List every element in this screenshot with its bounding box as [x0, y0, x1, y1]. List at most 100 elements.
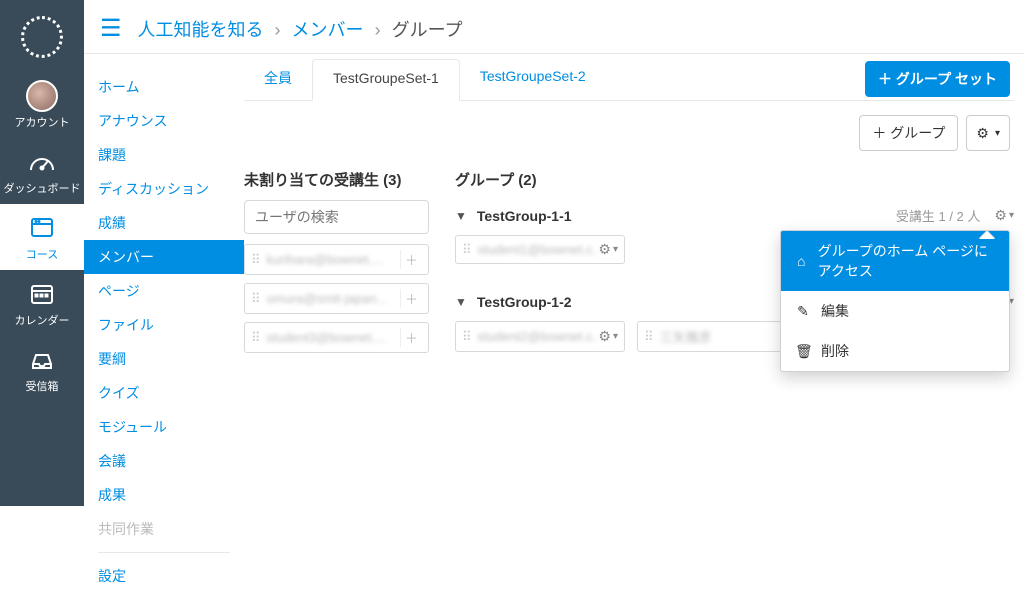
user-email: student3@bownet.... — [267, 330, 400, 345]
groupset-settings-button[interactable]: ⚙ ▾ — [966, 115, 1010, 151]
unassigned-user[interactable]: ⠿ kurihara@bownet.... ＋ — [244, 244, 429, 275]
drag-handle-icon[interactable]: ⠿ — [251, 252, 261, 268]
course-nav-announcements[interactable]: アナウンス — [84, 104, 244, 138]
book-icon — [29, 216, 55, 240]
add-group-button[interactable]: ＋ グループ — [859, 115, 958, 151]
unassigned-column: 未割り当ての受講生 (3) ⠿ kurihara@bownet.... ＋ ⠿ … — [244, 169, 429, 374]
course-nav: ホーム アナウンス 課題 ディスカッション 成績 メンバー ページ ファイル 要… — [84, 54, 244, 593]
group-name: TestGroup-1-1 — [477, 208, 896, 224]
drag-handle-icon[interactable]: ⠿ — [462, 329, 472, 345]
global-nav-inbox[interactable]: 受信箱 — [0, 336, 84, 402]
gauge-icon — [29, 152, 55, 172]
group: ▼ TestGroup-1-1 受講生 1 / 2 人 ⚙▾ ⌂ グループのホー… — [455, 200, 1014, 264]
topbar: ☰ 人工知能を知る › メンバー › グループ — [84, 0, 1024, 54]
group-count: 受講生 1 / 2 人 — [896, 206, 981, 225]
course-nav-discussions[interactable]: ディスカッション — [84, 172, 244, 206]
drag-handle-icon[interactable]: ⠿ — [462, 242, 472, 258]
course-nav-modules[interactable]: モジュール — [84, 410, 244, 444]
content: 全員 TestGroupeSet-1 TestGroupeSet-2 ＋ グルー… — [244, 54, 1024, 593]
group-settings-button[interactable]: ⚙▾ — [994, 207, 1014, 224]
menu-label: 削除 — [821, 341, 849, 361]
member-settings-button[interactable]: ⚙▾ — [598, 241, 618, 258]
gear-icon: ⚙ — [994, 207, 1007, 224]
course-nav-grades[interactable]: 成績 — [84, 206, 244, 240]
menu-item-delete[interactable]: 🗑 削除 — [781, 331, 1009, 371]
member-name: 三矢雅彦 — [660, 327, 781, 346]
member-email: student2@bownet.c... — [478, 329, 599, 344]
hamburger-icon[interactable]: ☰ — [100, 14, 122, 43]
course-nav-syllabus[interactable]: 要綱 — [84, 342, 244, 376]
groups-title: グループ (2) — [455, 169, 1014, 190]
course-nav-settings[interactable]: 設定 — [84, 559, 244, 593]
inbox-icon — [30, 349, 54, 371]
gear-icon: ⚙ — [976, 125, 989, 142]
breadcrumb-sep: › — [375, 20, 381, 40]
groups-column: グループ (2) ▼ TestGroup-1-1 受講生 1 / 2 人 ⚙▾ — [455, 169, 1014, 374]
course-nav-files[interactable]: ファイル — [84, 308, 244, 342]
group-member[interactable]: ⠿ student2@bownet.c... ⚙▾ — [455, 321, 625, 352]
assign-plus-icon[interactable]: ＋ — [400, 289, 422, 308]
drag-handle-icon[interactable]: ⠿ — [644, 329, 654, 345]
menu-label: 編集 — [821, 301, 849, 321]
breadcrumb-current: グループ — [392, 20, 463, 40]
pencil-icon: ✎ — [795, 303, 811, 320]
global-nav: アカウント ダッシュボード コース — [0, 0, 84, 506]
unassigned-user[interactable]: ⠿ student3@bownet.... ＋ — [244, 322, 429, 353]
secondary-actions: ＋ グループ ⚙ ▾ — [244, 101, 1014, 169]
tab-groupset-2[interactable]: TestGroupeSet-2 — [460, 58, 606, 100]
course-nav-home[interactable]: ホーム — [84, 70, 244, 104]
member-email: student1@bownet.c... — [478, 242, 599, 257]
breadcrumb-sep: › — [275, 20, 281, 40]
breadcrumb: 人工知能を知る › メンバー › グループ — [138, 16, 463, 42]
breadcrumb-section[interactable]: メンバー — [292, 20, 364, 40]
course-nav-outcomes[interactable]: 成果 — [84, 478, 244, 512]
home-icon: ⌂ — [795, 253, 808, 269]
course-nav-people[interactable]: メンバー — [84, 240, 244, 274]
assign-plus-icon[interactable]: ＋ — [400, 328, 422, 347]
divider — [98, 552, 230, 553]
global-nav-courses[interactable]: コース — [0, 204, 84, 270]
course-nav-pages[interactable]: ページ — [84, 274, 244, 308]
global-nav-label: アカウント — [15, 117, 70, 129]
user-email: omura@smit-japan... — [267, 291, 400, 306]
drag-handle-icon[interactable]: ⠿ — [251, 291, 261, 307]
user-email: kurihara@bownet.... — [267, 252, 400, 267]
tabs: 全員 TestGroupeSet-1 TestGroupeSet-2 — [244, 58, 606, 100]
calendar-icon — [30, 283, 54, 305]
avatar-icon — [26, 80, 58, 112]
global-nav-calendar[interactable]: カレンダー — [0, 270, 84, 336]
member-settings-button[interactable]: ⚙▾ — [598, 328, 618, 345]
caret-down-icon: ▾ — [995, 128, 1000, 139]
global-nav-label: 受信箱 — [26, 381, 59, 393]
collapse-icon[interactable]: ▼ — [455, 295, 467, 309]
global-nav-label: コース — [26, 249, 58, 261]
menu-label: グループのホーム ページにアクセス — [818, 241, 995, 281]
add-group-set-button[interactable]: ＋ グループ セット — [865, 61, 1010, 97]
drag-handle-icon[interactable]: ⠿ — [251, 330, 261, 346]
unassigned-user[interactable]: ⠿ omura@smit-japan... ＋ — [244, 283, 429, 314]
logo-icon — [21, 16, 63, 58]
group-header[interactable]: ▼ TestGroup-1-1 受講生 1 / 2 人 ⚙▾ ⌂ グループのホー… — [455, 200, 1014, 235]
menu-item-visit-homepage[interactable]: ⌂ グループのホーム ページにアクセス — [781, 231, 1009, 291]
course-nav-quizzes[interactable]: クイズ — [84, 376, 244, 410]
group-member[interactable]: ⠿ student1@bownet.c... ⚙▾ — [455, 235, 625, 264]
search-input[interactable] — [244, 200, 429, 234]
course-nav-collaborations[interactable]: 共同作業 — [84, 512, 244, 546]
tab-all[interactable]: 全員 — [244, 58, 312, 100]
global-nav-account[interactable]: アカウント — [0, 72, 84, 138]
course-nav-assignments[interactable]: 課題 — [84, 138, 244, 172]
global-nav-dashboard[interactable]: ダッシュボード — [0, 138, 84, 204]
menu-item-edit[interactable]: ✎ 編集 — [781, 291, 1009, 331]
caret-down-icon: ▾ — [1009, 210, 1014, 221]
course-nav-conferences[interactable]: 会議 — [84, 444, 244, 478]
global-nav-label: カレンダー — [15, 315, 70, 327]
tab-groupset-1[interactable]: TestGroupeSet-1 — [312, 59, 460, 101]
collapse-icon[interactable]: ▼ — [455, 209, 467, 223]
trash-icon: 🗑 — [795, 343, 811, 360]
global-nav-label: ダッシュボード — [4, 183, 81, 195]
breadcrumb-course[interactable]: 人工知能を知る — [138, 20, 264, 40]
unassigned-title: 未割り当ての受講生 (3) — [244, 169, 429, 190]
assign-plus-icon[interactable]: ＋ — [400, 250, 422, 269]
tabs-row: 全員 TestGroupeSet-1 TestGroupeSet-2 ＋ グルー… — [244, 58, 1014, 101]
group-action-menu: ⌂ グループのホーム ページにアクセス ✎ 編集 🗑 削除 — [780, 230, 1010, 372]
